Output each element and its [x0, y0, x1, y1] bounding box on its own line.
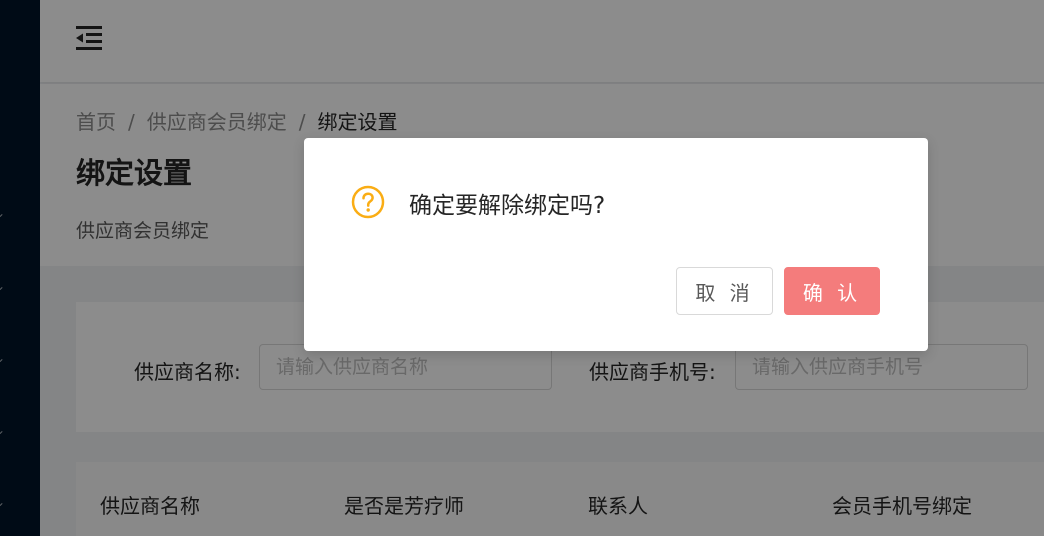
cancel-button[interactable]: 取 消 [676, 267, 773, 315]
question-circle-icon [351, 185, 385, 219]
confirm-modal: 确定要解除绑定吗? 取 消 确 认 [304, 138, 928, 351]
modal-title: 确定要解除绑定吗? [409, 193, 606, 219]
confirm-button[interactable]: 确 认 [784, 267, 880, 315]
app-root: ⌄ ⌄ ⌄ ⌄ ⌄ 首页/供应商会员绑定/绑定设置 绑定设置 供应商会员绑定 供… [0, 0, 1044, 536]
